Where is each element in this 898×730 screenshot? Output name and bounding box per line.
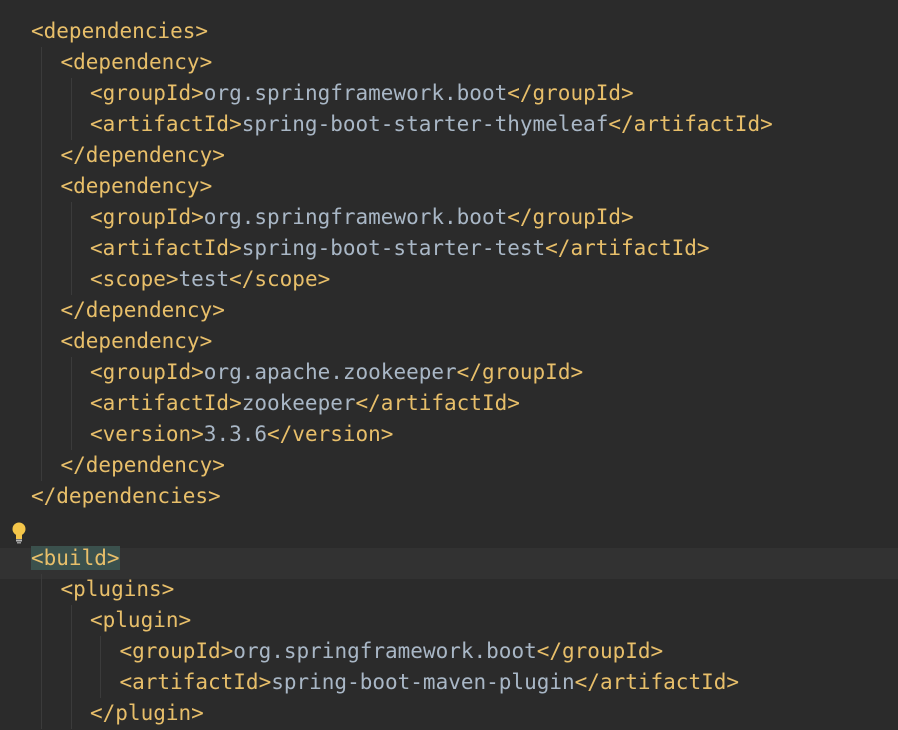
code-line[interactable]: <groupId>org.springframework.boot</group…	[0, 202, 898, 233]
xml-open-tag: <groupId>	[90, 360, 204, 384]
xml-open-tag: <artifactId>	[90, 391, 242, 415]
xml-open-tag: <artifactId>	[90, 236, 242, 260]
xml-code-editor[interactable]: <dependencies> <dependency> <groupId>org.s…	[0, 0, 898, 730]
xml-open-tag: </dependency>	[60, 143, 225, 167]
xml-close-tag: </groupId>	[456, 360, 584, 384]
code-line[interactable]: <groupId>org.apache.zookeeper</groupId>	[0, 357, 898, 388]
xml-text-value: zookeeper	[241, 391, 356, 415]
xml-text-value: test	[178, 267, 230, 291]
xml-close-tag: </groupId>	[536, 639, 664, 663]
code-line[interactable]: <artifactId>spring-boot-maven-plugin</ar…	[0, 667, 898, 698]
code-line[interactable]: <scope>test</scope>	[0, 264, 898, 295]
code-line-content: <plugin>	[90, 605, 191, 636]
xml-open-tag: <groupId>	[90, 81, 204, 105]
xml-open-tag: <version>	[90, 422, 204, 446]
code-line-content: <artifactId>spring-boot-maven-plugin</ar…	[120, 667, 740, 698]
xml-text-value: spring-boot-starter-test	[241, 236, 546, 260]
xml-open-tag: <plugins>	[60, 577, 175, 601]
code-line-content: <artifactId>spring-boot-starter-thymelea…	[90, 109, 773, 140]
code-line-content: <plugins>	[61, 574, 175, 605]
xml-open-tag: <build>	[31, 546, 120, 570]
xml-close-tag: </groupId>	[507, 81, 634, 105]
code-line[interactable]: </dependencies>	[0, 481, 898, 512]
xml-open-tag: </dependency>	[60, 453, 225, 477]
code-line[interactable]: </plugin>	[0, 698, 898, 729]
code-line[interactable]: <version>3.3.6</version>	[0, 419, 898, 450]
code-line-content: <dependency>	[61, 47, 213, 78]
xml-open-tag: <dependency>	[60, 174, 213, 198]
xml-close-tag: </version>	[267, 422, 394, 446]
xml-close-tag: </artifactId>	[574, 670, 740, 694]
xml-close-tag: </artifactId>	[545, 236, 710, 260]
xml-close-tag: </artifactId>	[355, 391, 520, 415]
xml-text-value: spring-boot-starter-thymeleaf	[241, 112, 609, 136]
code-line[interactable]: <build>	[0, 543, 898, 574]
code-line[interactable]: <groupId>org.springframework.boot</group…	[0, 78, 898, 109]
code-line[interactable]: </dependency>	[0, 450, 898, 481]
code-line[interactable]: <dependency>	[0, 171, 898, 202]
lightbulb-icon[interactable]	[10, 521, 28, 545]
xml-text-value: org.springframework.boot	[203, 205, 508, 229]
code-line-content: <dependencies>	[31, 16, 208, 47]
code-line[interactable]: </dependency>	[0, 140, 898, 171]
code-line-content: <artifactId>zookeeper</artifactId>	[90, 388, 520, 419]
code-line[interactable]	[0, 512, 898, 543]
code-line-content: </dependency>	[61, 295, 225, 326]
xml-open-tag: <scope>	[90, 267, 179, 291]
xml-open-tag: </dependency>	[60, 298, 225, 322]
xml-close-tag: </scope>	[229, 267, 331, 291]
code-line[interactable]: <dependencies>	[0, 16, 898, 47]
xml-close-tag: </artifactId>	[608, 112, 773, 136]
code-line[interactable]: <artifactId>zookeeper</artifactId>	[0, 388, 898, 419]
code-line[interactable]: <artifactId>spring-boot-starter-test</ar…	[0, 233, 898, 264]
xml-text-value: org.apache.zookeeper	[203, 360, 457, 384]
xml-text-value: org.springframework.boot	[233, 639, 537, 663]
code-line-content: </dependencies>	[31, 481, 221, 512]
code-line-content: <version>3.3.6</version>	[90, 419, 393, 450]
xml-text-value: 3.3.6	[203, 422, 268, 446]
xml-open-tag: <dependencies>	[31, 19, 209, 43]
xml-text-value: org.springframework.boot	[203, 81, 508, 105]
code-line-content: <artifactId>spring-boot-starter-test</ar…	[90, 233, 710, 264]
xml-open-tag: <groupId>	[90, 205, 204, 229]
xml-open-tag: </plugin>	[90, 701, 204, 725]
code-line-content: <build>	[31, 543, 120, 574]
code-line[interactable]: </dependency>	[0, 295, 898, 326]
code-line[interactable]: <dependency>	[0, 326, 898, 357]
code-line-content: <dependency>	[61, 171, 213, 202]
code-line-content: <dependency>	[61, 326, 213, 357]
xml-open-tag: <artifactId>	[119, 670, 272, 694]
code-line-content: <scope>test</scope>	[90, 264, 330, 295]
code-line-content: </dependency>	[61, 450, 225, 481]
code-line-content: <groupId>org.springframework.boot</group…	[90, 202, 634, 233]
xml-open-tag: <artifactId>	[90, 112, 242, 136]
code-line[interactable]: <plugin>	[0, 605, 898, 636]
code-line-content: <groupId>org.apache.zookeeper</groupId>	[90, 357, 583, 388]
xml-open-tag: <dependency>	[60, 329, 213, 353]
code-line-content: </dependency>	[61, 140, 225, 171]
code-line[interactable]: <plugins>	[0, 574, 898, 605]
code-line-content: <groupId>org.springframework.boot</group…	[90, 78, 634, 109]
xml-open-tag: <groupId>	[119, 639, 234, 663]
xml-text-value: spring-boot-maven-plugin	[271, 670, 575, 694]
code-line[interactable]: <artifactId>spring-boot-starter-thymelea…	[0, 109, 898, 140]
xml-close-tag: </groupId>	[507, 205, 634, 229]
xml-open-tag: <plugin>	[90, 608, 192, 632]
code-line[interactable]: <groupId>org.springframework.boot</group…	[0, 636, 898, 667]
xml-open-tag: </dependencies>	[31, 484, 221, 508]
xml-open-tag: <dependency>	[60, 50, 213, 74]
code-line-content: </plugin>	[90, 698, 204, 729]
code-line[interactable]: <dependency>	[0, 47, 898, 78]
code-line-content: <groupId>org.springframework.boot</group…	[120, 636, 664, 667]
